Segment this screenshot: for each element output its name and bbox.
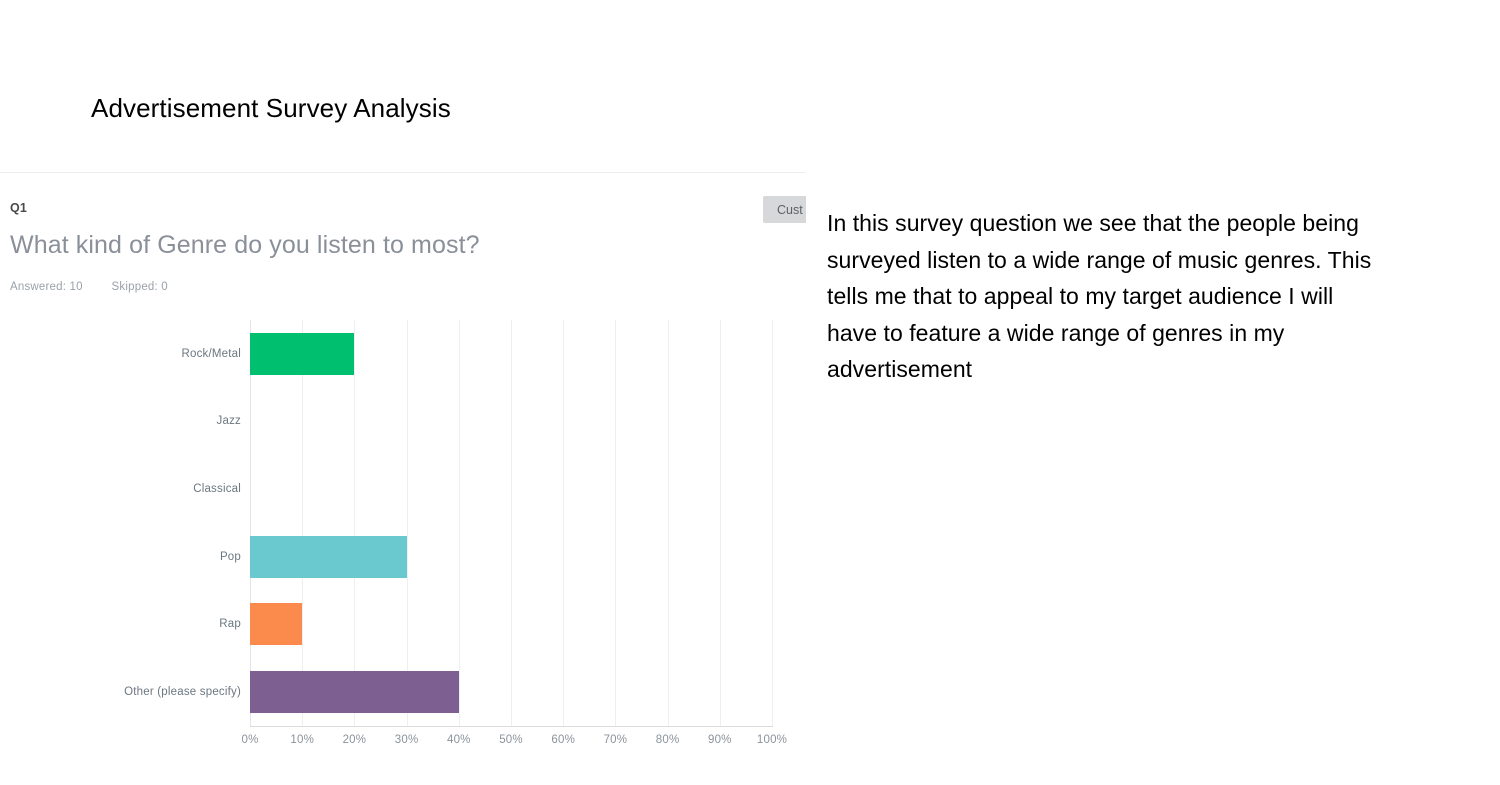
chart-bar[interactable] [250,332,355,375]
chart-x-tick-label: 40% [446,734,471,746]
chart-category-label: Pop [219,550,241,563]
chart-bar[interactable] [250,535,407,578]
chart-bar[interactable] [250,671,459,714]
chart-x-tick-label: 0% [241,734,259,746]
question-number: Q1 [10,201,28,215]
survey-bar-chart: Rock/Metal Jazz Classical Pop Rap Other (plea… [0,310,806,750]
chart-bar-row: Other (please specify) [124,658,772,726]
chart-bar-row: Pop [220,523,772,591]
survey-results-panel: Q1 What kind of Genre do you listen to m… [0,160,806,785]
chart-x-tick-label: 50% [499,734,523,746]
chart-x-tick-label: 60% [551,734,575,746]
chart-x-tick-label: 10% [290,734,314,746]
skipped-count: Skipped: 0 [111,281,168,293]
chart-category-label: Classical [193,483,241,496]
question-title: What kind of Genre do you listen to most… [10,231,480,259]
chart-bar[interactable] [250,603,303,646]
chart-category-label: Rap [219,618,241,631]
chart-x-tick-label: 20% [342,734,367,746]
chart-category-label: Other (please specify) [124,686,241,699]
chart-category-label: Jazz [216,415,241,428]
chart-plot-area: Rock/Metal Jazz Classical Pop Rap Other (plea… [124,320,773,726]
question-response-stats: Answered: 10 Skipped: 0 [10,281,168,293]
chart-x-axis-line [250,726,773,727]
chart-bar-row: Classical [193,455,772,523]
chart-x-tick-label: 80% [655,734,680,746]
chart-x-tick-label: 90% [707,734,732,746]
analysis-commentary: In this survey question we see that the … [827,210,1372,382]
chart-bar-row: Rap [219,591,772,659]
chart-bar-row: Rock/Metal [181,320,772,388]
chart-x-tick-label: 70% [603,734,628,746]
chart-x-tick-label: 30% [394,734,419,746]
customize-button[interactable]: Cust [763,196,806,223]
panel-top-divider [0,172,806,173]
page-title: Advertisement Survey Analysis [91,93,451,123]
chart-x-tick-label: 100% [756,734,788,746]
chart-gridline [772,320,773,726]
answered-count: Answered: 10 [10,281,83,293]
chart-category-label: Rock/Metal [181,347,241,360]
survey-results-inner: Q1 What kind of Genre do you listen to m… [0,160,806,785]
chart-bar-row: Jazz [217,388,772,456]
